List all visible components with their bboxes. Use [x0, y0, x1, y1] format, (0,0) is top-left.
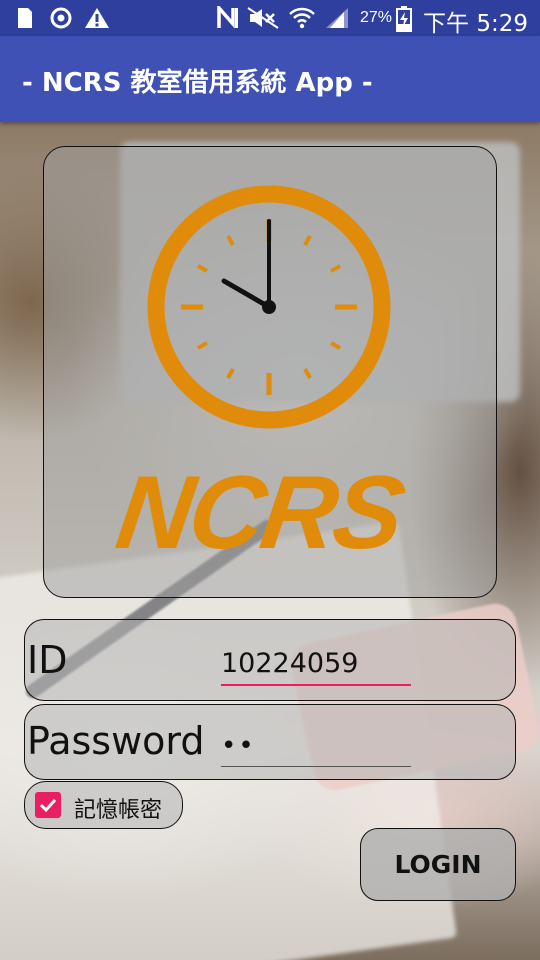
sync-icon	[48, 6, 74, 35]
app-title: - NCRS 教室借用系統 App -	[22, 68, 373, 98]
remember-label: 記憶帳密	[74, 798, 163, 823]
nfc-icon	[216, 3, 240, 35]
logo-card: NCRS	[43, 146, 497, 598]
checkbox-checked-icon[interactable]	[35, 792, 61, 818]
id-row: ID	[24, 619, 516, 701]
battery-charging-icon	[396, 6, 412, 37]
mute-icon	[246, 6, 280, 35]
logo-text: NCRS	[109, 455, 409, 571]
password-label: Password	[27, 719, 205, 763]
id-label: ID	[27, 638, 68, 682]
remember-credentials-checkbox[interactable]: 記憶帳密	[24, 781, 183, 829]
wifi-icon	[288, 6, 316, 35]
password-input[interactable]	[221, 725, 411, 767]
warning-icon	[84, 6, 110, 35]
status-bar: 27% 下午 5:29	[0, 0, 540, 37]
id-input[interactable]	[221, 642, 411, 686]
login-button[interactable]: LOGIN	[360, 828, 516, 901]
sim-card-icon	[16, 6, 34, 35]
app-bar: - NCRS 教室借用系統 App -	[0, 36, 540, 122]
status-clock: 下午 5:29	[423, 11, 528, 37]
battery-percent: 27%	[360, 9, 393, 26]
password-row: Password	[24, 704, 516, 780]
clock-icon	[147, 185, 391, 429]
signal-icon	[324, 6, 350, 35]
